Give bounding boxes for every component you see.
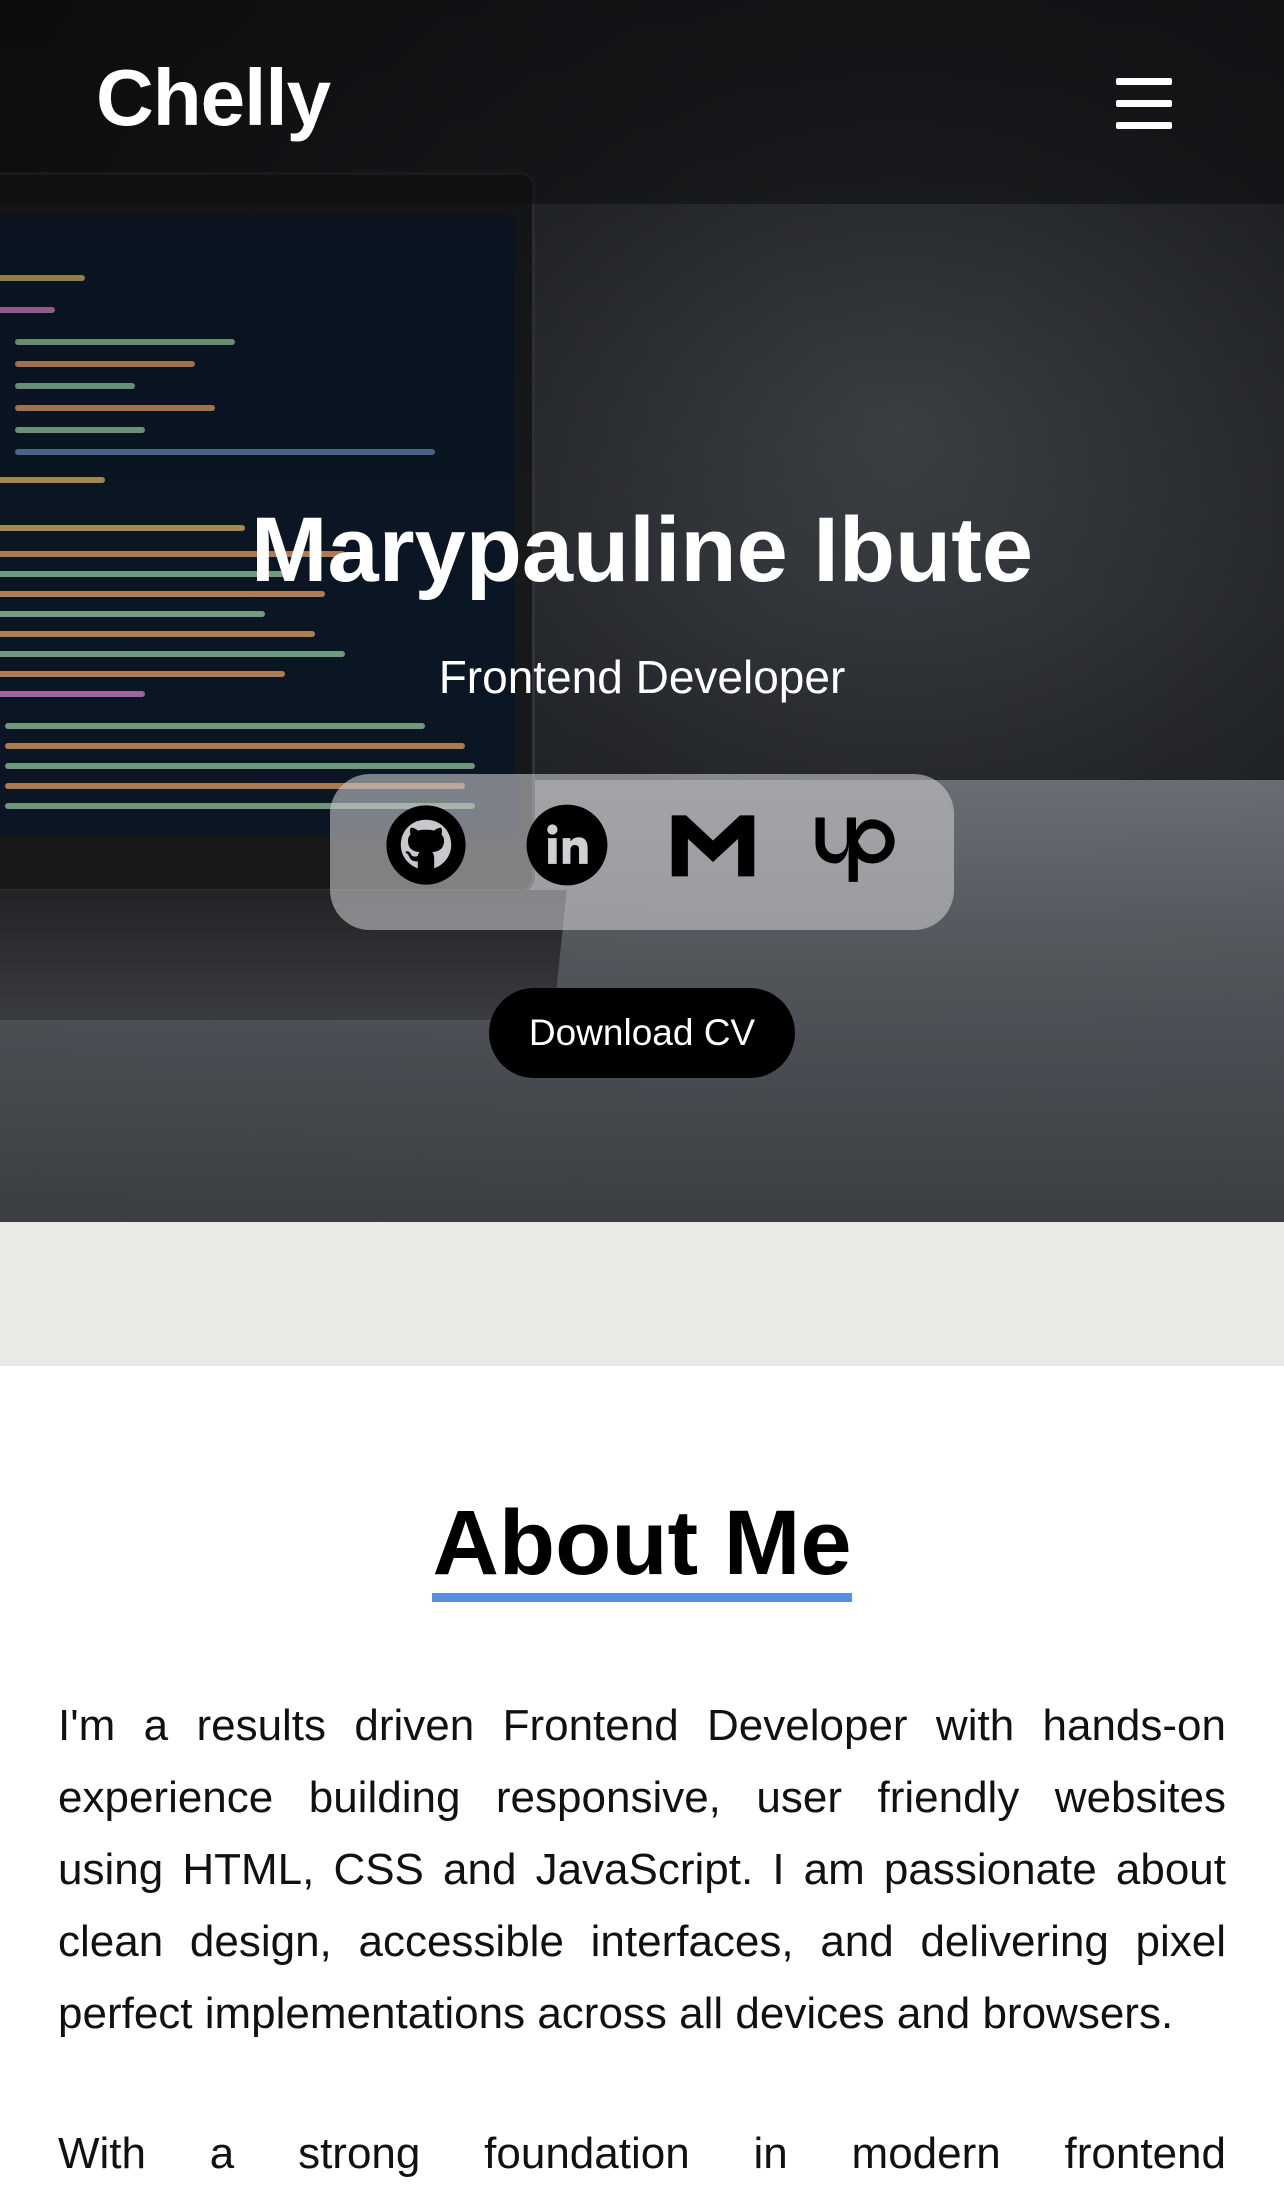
hamburger-menu-icon[interactable]	[1110, 76, 1180, 132]
hero-name: Marypauline Ibute	[250, 499, 1034, 601]
download-cv-button[interactable]: Download CV	[489, 988, 795, 1078]
about-title: About Me	[432, 1488, 852, 1602]
github-icon[interactable]	[381, 800, 471, 890]
about-title-text: About Me	[432, 1492, 852, 1594]
hero-section: Chelly Marypauline Ibute Frontend Develo…	[0, 0, 1284, 1222]
linkedin-icon[interactable]	[524, 802, 610, 888]
upwork-icon[interactable]	[810, 804, 902, 888]
site-logo[interactable]: Chelly	[96, 52, 331, 144]
about-paragraph-1: I'm a results driven Frontend Developer …	[58, 1701, 1226, 2038]
section-divider-band	[0, 1222, 1284, 1366]
about-paragraph-2: With a strong foundation in modern front…	[58, 2129, 1226, 2178]
gmail-icon[interactable]	[668, 810, 758, 880]
about-title-wrap: About Me	[0, 1488, 1284, 1602]
hero-role: Frontend Developer	[438, 651, 846, 703]
about-title-underline	[432, 1593, 852, 1602]
